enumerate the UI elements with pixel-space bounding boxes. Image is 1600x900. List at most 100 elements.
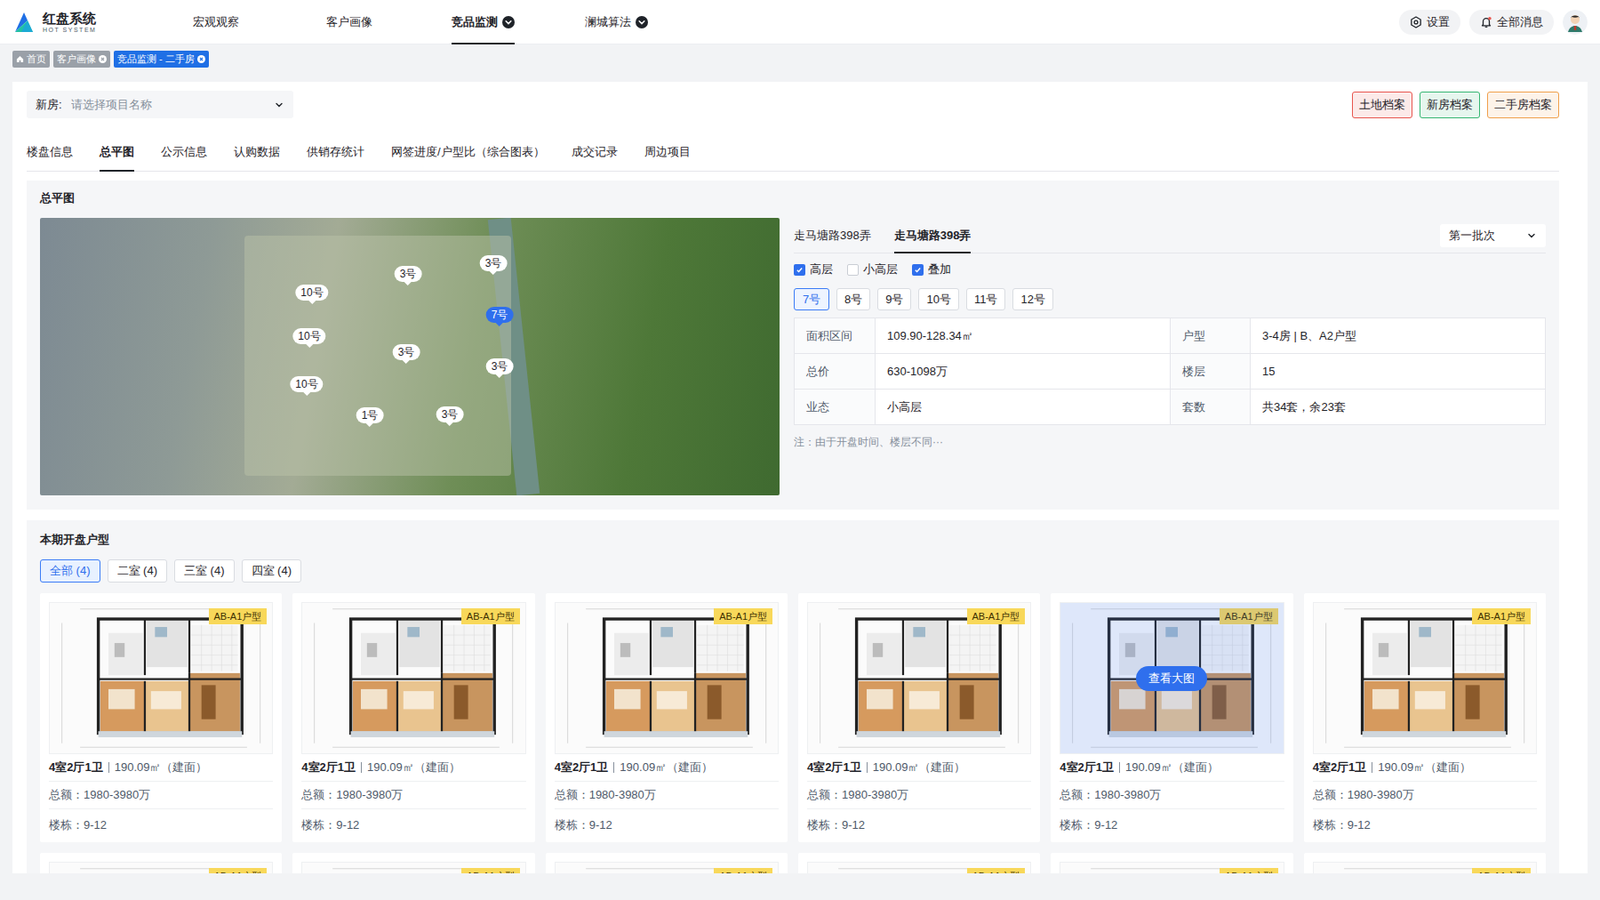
building-marker[interactable]: 1号 <box>356 407 384 427</box>
layout-building-row: 楼栋：9-12 <box>1059 808 1284 833</box>
view-large-button[interactable]: 查看大图 <box>1136 665 1208 691</box>
detail-value: 630-1098万 <box>875 353 1171 390</box>
layout-card[interactable]: AB-A1户型 <box>40 852 282 873</box>
logo-icon <box>12 10 36 34</box>
floor-plan-image[interactable]: AB-A1户型 <box>301 861 526 873</box>
layout-price-row: 总额：1980-3980万 <box>301 781 526 809</box>
header-button[interactable]: 全部消息 <box>1469 9 1554 35</box>
breadcrumb-tag[interactable]: 首页 <box>12 50 50 68</box>
layout-card[interactable]: AB-A1户型查看大图4室2厅1卫190.09㎡（建面）总额：1980-3980… <box>1050 592 1293 842</box>
road-tab[interactable]: 走马塘路398弄 <box>894 217 972 253</box>
checkbox-box[interactable] <box>847 264 859 276</box>
filter-button[interactable]: 二室 (4) <box>107 559 168 583</box>
building-marker[interactable]: 3号 <box>394 265 423 286</box>
layout-card[interactable]: AB-A1户型 <box>545 852 788 873</box>
archive-button[interactable]: 二手房档案 <box>1487 91 1560 119</box>
building-marker[interactable]: 3号 <box>486 358 514 378</box>
layout-buildings: 楼栋：9-12 <box>1312 816 1371 834</box>
breadcrumb-tag[interactable]: 竞品监测 - 二手房 <box>113 50 209 68</box>
layout-card[interactable]: AB-A1户型4室2厅1卫190.09㎡（建面）总额：1980-3980万楼栋：… <box>292 592 535 842</box>
nav-item[interactable]: 宏观观察 <box>149 0 283 45</box>
checkbox-box[interactable] <box>912 264 924 276</box>
nav-label: 客户画像 <box>326 13 373 32</box>
layout-buildings: 楼栋：9-12 <box>807 816 865 834</box>
type-checkbox[interactable]: 叠加 <box>912 260 952 279</box>
batch-select[interactable]: 第一批次 <box>1440 224 1546 248</box>
checkbox-label: 叠加 <box>928 260 952 279</box>
logo[interactable]: 红盘系统HOT SYSTEM <box>12 10 150 34</box>
breadcrumb-tag[interactable]: 客户画像 <box>53 50 111 68</box>
floor-plan-image[interactable]: AB-A1户型 <box>301 601 526 754</box>
tab[interactable]: 供销存统计 <box>306 133 365 171</box>
logo-subtitle: HOT SYSTEM <box>42 25 96 34</box>
floor-plan-image[interactable]: AB-A1户型 <box>554 601 779 754</box>
type-checkbox[interactable]: 小高层 <box>847 260 898 279</box>
layout-price: 总额：1980-3980万 <box>1059 785 1161 804</box>
nav-label: 澜城算法 <box>584 13 632 32</box>
layout-card[interactable]: AB-A1户型 <box>798 852 1040 873</box>
close-icon <box>197 55 206 64</box>
filter-button[interactable]: 三室 (4) <box>174 559 235 583</box>
header-button[interactable]: 设置 <box>1399 9 1461 35</box>
layout-buildings: 楼栋：9-12 <box>1059 816 1118 834</box>
floor-plan-image[interactable]: AB-A1户型 <box>1312 601 1537 754</box>
tab[interactable]: 认购数据 <box>233 133 280 171</box>
layout-card[interactable]: AB-A1户型4室2厅1卫190.09㎡（建面）总额：1980-3980万楼栋：… <box>1304 592 1546 842</box>
floor-plan-image[interactable]: AB-A1户型 <box>1312 861 1537 873</box>
layout-card[interactable]: AB-A1户型4室2厅1卫190.09㎡（建面）总额：1980-3980万楼栋：… <box>40 592 282 842</box>
tab[interactable]: 楼盘信息 <box>26 133 73 171</box>
filter-button[interactable]: 四室 (4) <box>241 559 303 583</box>
layout-card[interactable]: AB-A1户型 <box>292 852 535 873</box>
building-button[interactable]: 12号 <box>1012 288 1053 311</box>
detail-label: 总价 <box>794 353 876 390</box>
filter-button[interactable]: 全部 (4) <box>40 559 101 583</box>
checkbox-box[interactable] <box>793 264 806 276</box>
tab[interactable]: 周边项目 <box>644 133 691 171</box>
building-button[interactable]: 10号 <box>918 288 959 311</box>
tab[interactable]: 网签进度/户型比（综合图表） <box>391 133 545 171</box>
tab-label: 网签进度/户型比（综合图表） <box>391 143 545 161</box>
building-marker[interactable]: 7号 <box>486 306 514 327</box>
building-button[interactable]: 8号 <box>836 288 871 311</box>
floor-plan-image[interactable]: AB-A1户型 <box>1059 861 1284 873</box>
archive-button[interactable]: 土地档案 <box>1352 91 1413 119</box>
layout-buildings: 楼栋：9-12 <box>301 816 360 834</box>
road-tab[interactable]: 走马塘路398弄 <box>793 217 872 253</box>
layout-card-grid: AB-A1户型4室2厅1卫190.09㎡（建面）总额：1980-3980万楼栋：… <box>40 592 1546 873</box>
floor-plan-image[interactable]: AB-A1户型 <box>48 601 273 754</box>
layout-card[interactable]: AB-A1户型 <box>1304 852 1546 873</box>
layout-summary: 4室2厅1卫190.09㎡（建面） <box>301 753 526 782</box>
floor-plan-image[interactable]: AB-A1户型 <box>807 601 1032 754</box>
tab[interactable]: 公示信息 <box>160 133 208 171</box>
floor-plan-image[interactable]: AB-A1户型查看大图 <box>1059 601 1284 754</box>
nav-item[interactable]: 澜城算法 <box>549 0 683 45</box>
tab[interactable]: 成交记录 <box>571 133 618 171</box>
building-button[interactable]: 9号 <box>877 288 912 311</box>
tab[interactable]: 总平图 <box>99 133 135 171</box>
type-checkbox[interactable]: 高层 <box>793 260 833 279</box>
building-marker[interactable]: 10号 <box>292 328 326 348</box>
layout-card[interactable]: AB-A1户型 <box>1050 852 1293 873</box>
layout-price-row: 总额：1980-3980万 <box>554 781 779 809</box>
building-marker[interactable]: 3号 <box>436 406 464 426</box>
floor-plan-image[interactable]: AB-A1户型 <box>48 861 273 873</box>
layout-card[interactable]: AB-A1户型4室2厅1卫190.09㎡（建面）总额：1980-3980万楼栋：… <box>545 592 788 842</box>
detail-label: 户型 <box>1170 318 1251 354</box>
building-button[interactable]: 7号 <box>793 288 830 311</box>
site-plan-panel: 总平图3号3号10号7号10号3号3号10号1号3号走马塘路398弄走马塘路39… <box>26 180 1560 510</box>
building-marker[interactable]: 3号 <box>480 255 508 275</box>
building-marker[interactable]: 10号 <box>295 284 328 304</box>
building-marker[interactable]: 10号 <box>289 376 323 396</box>
nav-item[interactable]: 竞品监测 <box>416 0 550 45</box>
building-marker[interactable]: 3号 <box>392 344 421 364</box>
building-button[interactable]: 11号 <box>966 288 1007 311</box>
site-plan-body: 3号 3号 10号 7号 10号 3号 3号 10号 1号 3号 走马塘路398弄走马塘路398弄 第… <box>40 217 1546 496</box>
layout-card[interactable]: AB-A1户型4室2厅1卫190.09㎡（建面）总额：1980-3980万楼栋：… <box>798 592 1040 842</box>
nav-item[interactable]: 客户画像 <box>282 0 416 45</box>
marker-pointer <box>446 422 454 426</box>
project-select[interactable]: 新房: <box>26 90 294 119</box>
floor-plan-image[interactable]: AB-A1户型 <box>554 861 779 873</box>
floor-plan-image[interactable]: AB-A1户型 <box>807 861 1032 873</box>
project-input[interactable] <box>71 96 265 114</box>
archive-button[interactable]: 新房档案 <box>1419 91 1480 119</box>
